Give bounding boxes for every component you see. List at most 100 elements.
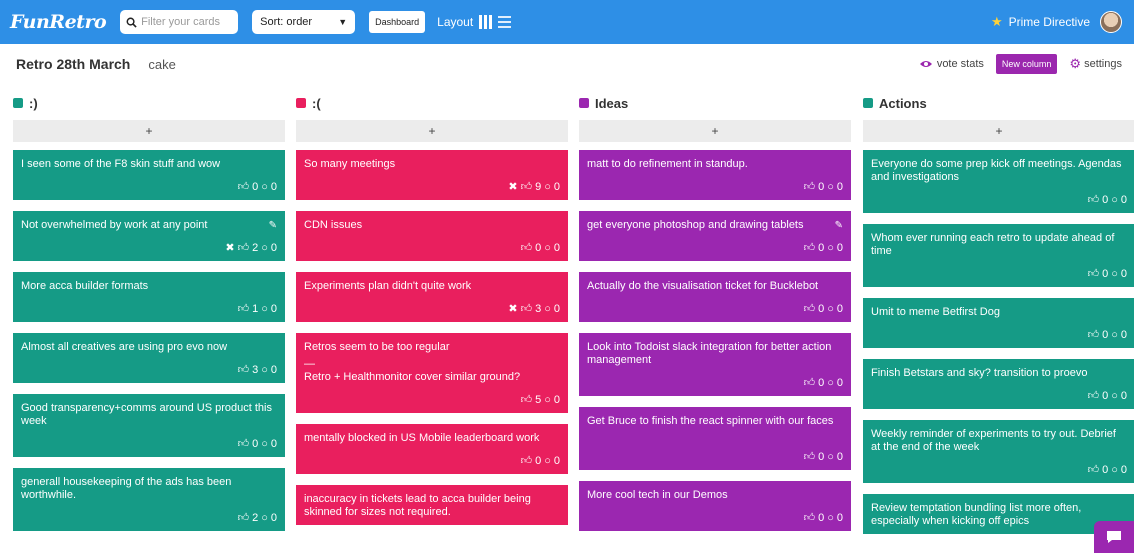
- thumbs-up-icon[interactable]: 👍︎: [521, 394, 533, 407]
- comment-icon[interactable]: ○: [1111, 194, 1118, 207]
- comment-icon[interactable]: ○: [827, 242, 834, 255]
- dashboard-button[interactable]: Dashboard: [369, 11, 426, 33]
- comment-icon[interactable]: ○: [261, 438, 268, 451]
- comment-icon[interactable]: ○: [544, 455, 551, 468]
- thumbs-up-icon[interactable]: 👍︎: [804, 377, 816, 390]
- card[interactable]: So many meetings ✖ 👍︎ 9 ○ 0: [296, 150, 568, 200]
- thumbs-up-icon[interactable]: 👍︎: [238, 512, 250, 525]
- vote-stats-button[interactable]: vote stats: [919, 58, 984, 70]
- thumbs-up-icon[interactable]: 👍︎: [804, 451, 816, 464]
- comment-icon[interactable]: ○: [827, 181, 834, 194]
- prime-directive-link[interactable]: ★ Prime Directive: [991, 11, 1122, 33]
- search-input[interactable]: [141, 16, 234, 28]
- thumbs-up-icon[interactable]: 👍︎: [804, 303, 816, 316]
- card[interactable]: Weekly reminder of experiments to try ou…: [863, 420, 1134, 483]
- columns-layout-icon[interactable]: [479, 15, 493, 29]
- comment-icon[interactable]: ○: [544, 242, 551, 255]
- board-subtitle[interactable]: cake: [148, 57, 175, 72]
- card[interactable]: ✎ get everyone photoshop and drawing tab…: [579, 211, 851, 261]
- card[interactable]: Everyone do some prep kick off meetings.…: [863, 150, 1134, 213]
- card[interactable]: Good transparency+comms around US produc…: [13, 394, 285, 457]
- comment-icon[interactable]: ○: [827, 512, 834, 525]
- comment-icon[interactable]: ○: [544, 394, 551, 407]
- card[interactable]: matt to do refinement in standup. 👍︎ 0 ○ 0: [579, 150, 851, 200]
- column-title[interactable]: :): [29, 96, 38, 111]
- search-box[interactable]: [120, 10, 239, 34]
- add-card-button[interactable]: +: [863, 120, 1134, 142]
- thumbs-up-icon[interactable]: 👍︎: [1088, 268, 1100, 281]
- comment-icon[interactable]: ○: [261, 364, 268, 377]
- thumbs-up-icon[interactable]: 👍︎: [521, 303, 533, 316]
- comment-count: 0: [553, 303, 560, 315]
- remove-vote-icon[interactable]: ✖: [508, 181, 517, 194]
- card[interactable]: Almost all creatives are using pro evo n…: [13, 333, 285, 383]
- comment-icon[interactable]: ○: [261, 303, 268, 316]
- comment-icon[interactable]: ○: [544, 303, 551, 316]
- comment-icon[interactable]: ○: [827, 451, 834, 464]
- card[interactable]: More acca builder formats 👍︎ 1 ○ 0: [13, 272, 285, 322]
- layout-control[interactable]: Layout: [437, 15, 512, 29]
- comment-icon[interactable]: ○: [1111, 390, 1118, 403]
- thumbs-up-icon[interactable]: 👍︎: [521, 181, 533, 194]
- comment-icon[interactable]: ○: [544, 181, 551, 194]
- card[interactable]: inaccuracy in tickets lead to acca build…: [296, 485, 568, 525]
- card[interactable]: Look into Todoist slack integration for …: [579, 333, 851, 396]
- thumbs-up-icon[interactable]: 👍︎: [804, 512, 816, 525]
- add-card-button[interactable]: +: [296, 120, 568, 142]
- app-logo[interactable]: FunRetro: [10, 11, 107, 33]
- column-title[interactable]: :(: [312, 96, 321, 111]
- thumbs-up-icon[interactable]: 👍︎: [238, 438, 250, 451]
- pencil-icon[interactable]: ✎: [835, 219, 843, 232]
- card[interactable]: ✎ Not overwhelmed by work at any point ✖…: [13, 211, 285, 261]
- add-card-button[interactable]: +: [579, 120, 851, 142]
- card-text: Umit to meme Betfirst Dog: [871, 306, 1000, 318]
- thumbs-up-icon[interactable]: 👍︎: [521, 242, 533, 255]
- card[interactable]: Finish Betstars and sky? transition to p…: [863, 359, 1134, 409]
- comment-icon[interactable]: ○: [1111, 268, 1118, 281]
- card[interactable]: Get Bruce to finish the react spinner wi…: [579, 407, 851, 470]
- comment-icon[interactable]: ○: [261, 512, 268, 525]
- column-title[interactable]: Ideas: [595, 96, 628, 111]
- avatar[interactable]: [1100, 11, 1122, 33]
- comment-icon[interactable]: ○: [827, 377, 834, 390]
- card[interactable]: Experiments plan didn't quite work ✖ 👍︎ 3 ○…: [296, 272, 568, 322]
- sort-select[interactable]: Sort: order ▼: [252, 10, 356, 34]
- thumbs-up-icon[interactable]: 👍︎: [238, 181, 250, 194]
- card[interactable]: generall housekeeping of the ads has bee…: [13, 468, 285, 531]
- card[interactable]: I seen some of the F8 skin stuff and wow…: [13, 150, 285, 200]
- thumbs-up-icon[interactable]: 👍︎: [238, 303, 250, 316]
- thumbs-up-icon[interactable]: 👍︎: [521, 455, 533, 468]
- new-column-button[interactable]: New column: [995, 54, 1058, 74]
- card[interactable]: Umit to meme Betfirst Dog 👍︎ 0 ○ 0: [863, 298, 1134, 348]
- rows-layout-icon[interactable]: [498, 16, 512, 28]
- card[interactable]: More cool tech in our Demos 👍︎ 0 ○ 0: [579, 481, 851, 531]
- thumbs-up-icon[interactable]: 👍︎: [804, 181, 816, 194]
- thumbs-up-icon[interactable]: 👍︎: [1088, 464, 1100, 477]
- column-sad: :( + So many meetings ✖ 👍︎ 9 ○ 0 CDN issues …: [296, 92, 568, 536]
- thumbs-up-icon[interactable]: 👍︎: [1088, 194, 1100, 207]
- board-title[interactable]: Retro 28th March: [16, 56, 130, 72]
- card[interactable]: CDN issues 👍︎ 0 ○ 0: [296, 211, 568, 261]
- chat-button[interactable]: [1094, 521, 1134, 553]
- comment-icon[interactable]: ○: [261, 242, 268, 255]
- card[interactable]: Retros seem to be too regular — Retro + …: [296, 333, 568, 413]
- remove-vote-icon[interactable]: ✖: [508, 303, 517, 316]
- column-header: :): [13, 92, 285, 114]
- thumbs-up-icon[interactable]: 👍︎: [1088, 390, 1100, 403]
- pencil-icon[interactable]: ✎: [269, 219, 277, 232]
- add-card-button[interactable]: +: [13, 120, 285, 142]
- thumbs-up-icon[interactable]: 👍︎: [238, 364, 250, 377]
- comment-icon[interactable]: ○: [1111, 464, 1118, 477]
- comment-icon[interactable]: ○: [827, 303, 834, 316]
- thumbs-up-icon[interactable]: 👍︎: [1088, 329, 1100, 342]
- comment-icon[interactable]: ○: [261, 181, 268, 194]
- card[interactable]: Actually do the visualisation ticket for…: [579, 272, 851, 322]
- comment-icon[interactable]: ○: [1111, 329, 1118, 342]
- thumbs-up-icon[interactable]: 👍︎: [238, 242, 250, 255]
- remove-vote-icon[interactable]: ✖: [225, 242, 234, 255]
- settings-button[interactable]: ⚙ settings: [1069, 56, 1122, 72]
- card[interactable]: mentally blocked in US Mobile leaderboar…: [296, 424, 568, 474]
- card[interactable]: Whom ever running each retro to update a…: [863, 224, 1134, 287]
- column-title[interactable]: Actions: [879, 96, 927, 111]
- thumbs-up-icon[interactable]: 👍︎: [804, 242, 816, 255]
